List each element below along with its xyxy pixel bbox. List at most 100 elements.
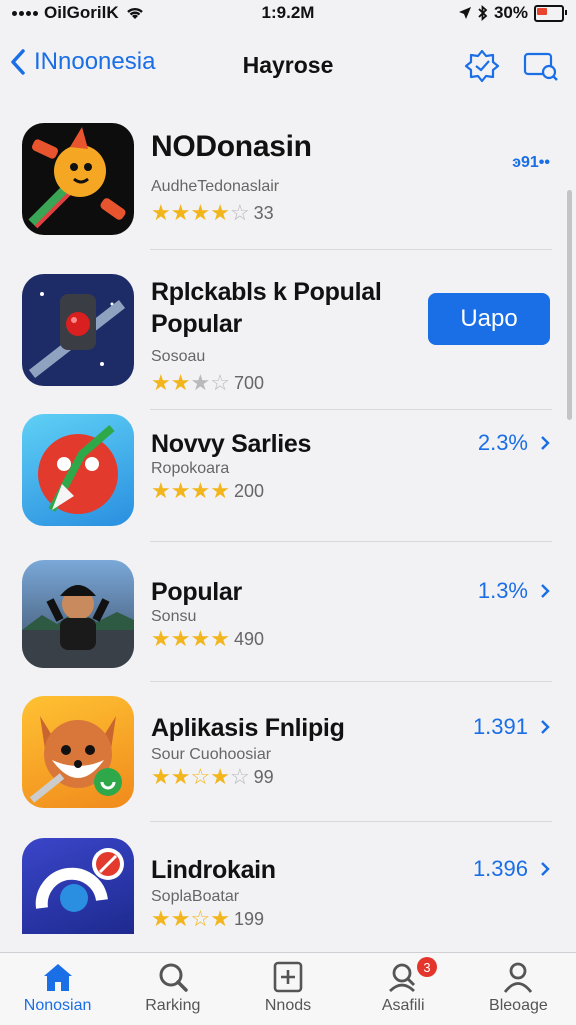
app-name: Aplikasis Fnlipig bbox=[151, 714, 345, 742]
rating-count: 700 bbox=[233, 373, 264, 393]
rating: ★ ★ ★ ★ ☆ 33 bbox=[151, 202, 274, 224]
app-subtitle: AudheTedonaslair bbox=[151, 178, 280, 195]
star-icon: ★ bbox=[170, 370, 191, 395]
chevron-right-icon bbox=[541, 720, 550, 734]
star-icon: ★ bbox=[210, 906, 230, 931]
list-item[interactable]: Lindrokain SoplaBoatar ★ ★ ☆ ★ 199 1.396 bbox=[0, 822, 576, 942]
app-list: NODonasin AudheTedonaslair ★ ★ ★ ★ ☆ 33 ͽ91•… bbox=[0, 110, 576, 942]
app-icon-sync bbox=[22, 838, 134, 934]
bluetooth-icon bbox=[478, 5, 488, 21]
app-name: Popular bbox=[151, 578, 242, 606]
star-icon: ★ bbox=[151, 200, 171, 225]
star-icon: ☆ bbox=[210, 370, 230, 395]
star-icon: ★ bbox=[151, 478, 171, 503]
rating-count: 490 bbox=[233, 629, 264, 649]
star-icon: ☆ bbox=[229, 764, 250, 789]
rating-count: 200 bbox=[233, 481, 264, 501]
star-icon: ★ bbox=[170, 764, 191, 789]
app-price[interactable]: 1.396 bbox=[473, 856, 550, 882]
home-icon bbox=[43, 964, 72, 991]
star-icon: ★ bbox=[210, 200, 230, 225]
rating-count: 33 bbox=[253, 203, 274, 223]
status-bar: OilGorilK 1:9.2M 30% bbox=[0, 0, 576, 26]
tab-label: Nnods bbox=[264, 997, 312, 1014]
star-icon: ★ bbox=[170, 626, 191, 651]
tab-label: Nonosian bbox=[23, 997, 92, 1014]
tab-asafili[interactable]: 3 Asafili bbox=[346, 953, 461, 1025]
rating: ★ ★ ☆ ★ ☆ 99 bbox=[151, 766, 274, 788]
tab-bar: Nonosian Rarking Nnods 3 Asafili Bleoage bbox=[0, 952, 576, 1025]
app-name: NODonasin bbox=[151, 130, 312, 163]
app-name: Novvy Sarlies bbox=[151, 430, 312, 458]
tab-nnods[interactable]: Nnods bbox=[230, 953, 345, 1025]
app-name-line2: Popular bbox=[151, 310, 242, 338]
app-subtitle: Ropokoara bbox=[151, 460, 230, 477]
rating: ★ ★ ★ ★ 200 bbox=[151, 480, 264, 502]
app-icon-rocket bbox=[22, 414, 134, 526]
tab-profile[interactable]: Bleoage bbox=[461, 953, 576, 1025]
star-icon: ★ bbox=[190, 478, 211, 503]
rating: ★ ★ ★ ☆ 700 bbox=[151, 372, 264, 394]
app-price[interactable]: 1.391 bbox=[473, 714, 550, 740]
status-right: 30% bbox=[458, 3, 567, 23]
star-icon: ★ bbox=[151, 764, 171, 789]
app-subtitle: Sonsu bbox=[151, 608, 197, 625]
rating-count: 99 bbox=[253, 767, 274, 787]
nav-actions bbox=[464, 48, 560, 84]
app-name: Rplckabls k Populal bbox=[151, 278, 382, 306]
search-icon bbox=[159, 963, 188, 992]
battery-icon bbox=[534, 4, 567, 22]
search-person-icon bbox=[389, 963, 416, 993]
app-price[interactable]: 1.3% bbox=[478, 578, 550, 604]
star-icon: ★ bbox=[190, 370, 211, 395]
star-icon: ☆ bbox=[229, 200, 250, 225]
tab-home[interactable]: Nonosian bbox=[0, 953, 115, 1025]
tab-ranking[interactable]: Rarking bbox=[115, 953, 230, 1025]
star-icon: ★ bbox=[170, 906, 191, 931]
list-item[interactable]: Aplikasis Fnlipig Sour Cuohoosiar ★ ★ ☆ ★ ☆ … bbox=[0, 682, 576, 822]
star-icon: ☆ bbox=[190, 764, 211, 789]
list-item[interactable]: Novvy Sarlies Ropokoara ★ ★ ★ ★ 200 2.3% bbox=[0, 410, 576, 542]
list-item[interactable]: NODonasin AudheTedonaslair ★ ★ ★ ★ ☆ 33 ͽ91•… bbox=[0, 110, 576, 250]
star-icon: ★ bbox=[151, 906, 171, 931]
price-label: 1.3% bbox=[477, 578, 528, 603]
tab-label: Rarking bbox=[145, 997, 201, 1014]
tab-label: Bleoage bbox=[489, 997, 548, 1014]
app-subtitle: SoplaBoatar bbox=[151, 888, 240, 905]
star-icon: ★ bbox=[190, 200, 211, 225]
star-icon: ☆ bbox=[190, 906, 211, 931]
tab-label: Asafili bbox=[381, 997, 425, 1014]
location-icon bbox=[458, 7, 471, 19]
battery-percent: 30% bbox=[493, 3, 528, 22]
chevron-right-icon bbox=[541, 584, 550, 598]
rating: ★ ★ ☆ ★ 199 bbox=[151, 908, 264, 930]
app-name: Lindrokain bbox=[151, 856, 276, 884]
star-icon: ★ bbox=[151, 626, 171, 651]
price-label: 1.391 bbox=[472, 714, 528, 739]
device-search-icon[interactable] bbox=[522, 48, 560, 84]
chevron-right-icon bbox=[541, 862, 550, 876]
scrollbar[interactable] bbox=[567, 190, 572, 420]
app-icon-fox bbox=[22, 696, 134, 808]
person-icon bbox=[504, 962, 533, 993]
rating-count: 199 bbox=[233, 909, 264, 929]
star-icon: ★ bbox=[210, 478, 230, 503]
app-icon-ninja bbox=[22, 560, 134, 668]
badge-star-icon[interactable] bbox=[464, 48, 500, 84]
list-item[interactable]: Popular Sonsu ★ ★ ★ ★ 490 1.3% bbox=[0, 542, 576, 682]
app-subtitle: Sosoau bbox=[151, 348, 206, 365]
nav-bar: INnoonesia Hayrose bbox=[0, 40, 576, 92]
add-icon bbox=[273, 961, 303, 993]
rating: ★ ★ ★ ★ 490 bbox=[151, 628, 264, 650]
chevron-right-icon bbox=[541, 436, 550, 450]
app-price[interactable]: 2.3% bbox=[478, 430, 550, 456]
star-icon: ★ bbox=[170, 478, 191, 503]
star-icon: ★ bbox=[210, 626, 230, 651]
star-icon: ★ bbox=[170, 200, 191, 225]
app-price[interactable]: ͽ91•• bbox=[512, 154, 550, 172]
get-button[interactable]: Uapo bbox=[428, 293, 550, 345]
star-icon: ★ bbox=[210, 764, 230, 789]
app-subtitle: Sour Cuohoosiar bbox=[151, 746, 272, 763]
price-label: 1.396 bbox=[472, 856, 528, 881]
list-item[interactable]: Rplckabls k Populal Popular Sosoau ★ ★ ★ ☆ … bbox=[0, 250, 576, 410]
